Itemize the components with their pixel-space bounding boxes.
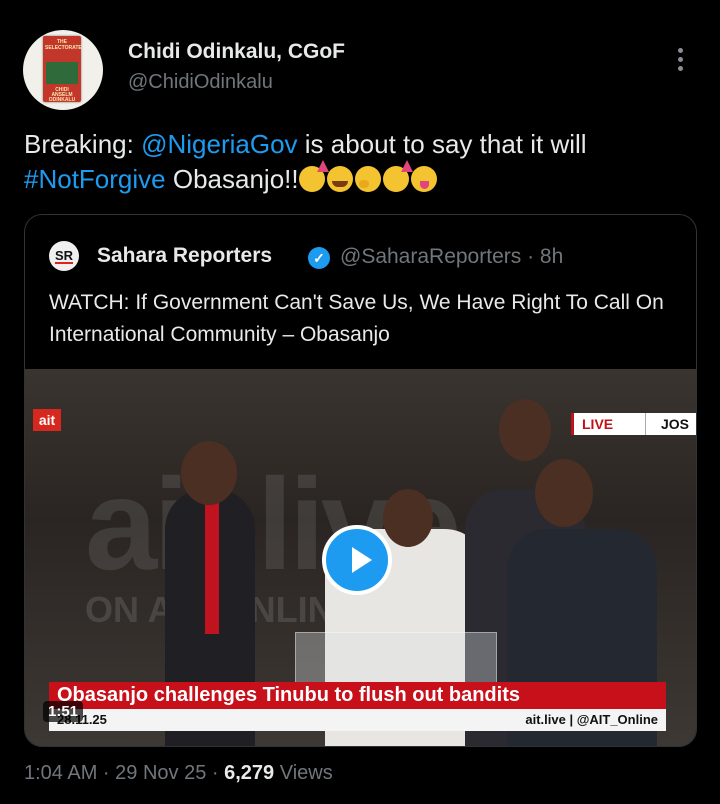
- tweet-text-suffix: Obasanjo!!: [165, 164, 299, 194]
- tweet-timestamp[interactable]: 1:04 AM · 29 Nov 25 ·: [24, 762, 224, 784]
- red-tie: [205, 494, 219, 634]
- hashtag-link[interactable]: #NotForgive: [24, 164, 166, 194]
- tweet-text-middle: is about to say that it will: [297, 129, 587, 159]
- person-right-head: [535, 459, 593, 527]
- dot: [677, 57, 683, 62]
- verified-badge-icon: ✓: [308, 247, 330, 269]
- author-name[interactable]: Chidi Odinkalu, CGoF: [128, 40, 345, 64]
- news-subbar: 28.11.25 ait.live | @AIT_Online: [49, 709, 666, 731]
- location-badge: JOS: [645, 413, 696, 435]
- author-handle[interactable]: @ChidiOdinkalu: [128, 71, 273, 94]
- quote-author-avatar[interactable]: SR: [49, 241, 79, 271]
- play-button-icon[interactable]: [322, 525, 392, 595]
- views-label: Views: [274, 762, 333, 784]
- quoted-tweet-card[interactable]: SR Sahara Reporters ✓ @SaharaReporters ·…: [24, 214, 697, 747]
- book-illustration: [46, 62, 78, 84]
- author-avatar[interactable]: THE SELECTORATE CHIDI ANSELM ODINKALU: [23, 30, 103, 110]
- dot: [677, 48, 683, 53]
- partying-face-icon: [382, 160, 413, 192]
- person-left-head: [181, 441, 237, 505]
- partying-face-icon: [298, 160, 329, 192]
- tweet-meta: 1:04 AM · 29 Nov 25 · 6,279 Views: [24, 762, 333, 785]
- tears-of-joy-icon: [326, 166, 353, 192]
- live-badge: LIVE: [571, 413, 656, 435]
- quote-author-name[interactable]: Sahara Reporters: [97, 244, 272, 268]
- quote-author-handle-time: @SaharaReporters · 8h: [340, 245, 564, 268]
- channel-logo: ait: [33, 409, 61, 431]
- video-player[interactable]: ait.live ON AIT, ONLINE ait LIVE JOS Oba…: [25, 369, 696, 746]
- hugging-face-icon: [354, 166, 381, 192]
- tweet-text-prefix: Breaking:: [24, 129, 142, 159]
- more-options-icon[interactable]: [668, 48, 692, 76]
- mention-link[interactable]: @NigeriaGov: [141, 129, 297, 159]
- video-duration: 1:51: [43, 701, 84, 722]
- book-author: CHIDI ANSELM ODINKALU: [48, 87, 76, 103]
- quote-text: WATCH: If Government Can't Save Us, We H…: [49, 291, 664, 346]
- broadcast-credit: ait.live | @AIT_Online: [525, 712, 658, 727]
- book-title-line2: SELECTORATE: [45, 45, 82, 51]
- winking-tongue-face-icon: [410, 166, 437, 192]
- person-back-right-head: [499, 399, 551, 461]
- dot: [677, 66, 683, 71]
- avatar-book-cover: THE SELECTORATE CHIDI ANSELM ODINKALU: [43, 36, 82, 103]
- person-center-head: [383, 489, 433, 547]
- tweet-text: Breaking: @NigeriaGov is about to say th…: [24, 127, 704, 197]
- views-count: 6,279: [224, 762, 275, 784]
- news-headline-banner: Obasanjo challenges Tinubu to flush out …: [49, 682, 666, 709]
